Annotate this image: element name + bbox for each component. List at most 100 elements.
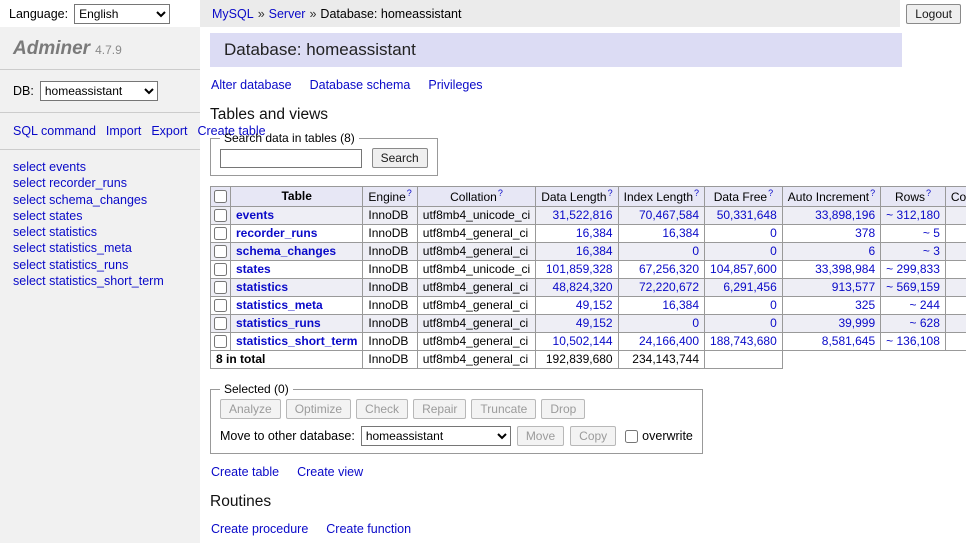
data-length-link[interactable]: 16,384 (576, 244, 613, 258)
data-free-link[interactable]: 50,331,648 (717, 208, 777, 222)
index-length-link[interactable]: 16,384 (662, 298, 699, 312)
language-select[interactable]: English (74, 4, 170, 24)
table-name-link[interactable]: statistics (236, 280, 288, 294)
auto-increment-link[interactable]: 8,581,645 (822, 334, 875, 348)
index-length-link[interactable]: 0 (692, 244, 699, 258)
check-button[interactable]: Check (356, 399, 408, 419)
rows-link[interactable]: ~ 569,159 (886, 280, 940, 294)
auto-increment-link[interactable]: 325 (855, 298, 875, 312)
sidebar-select-statistics[interactable]: select statistics (13, 224, 187, 240)
drop-button[interactable]: Drop (541, 399, 585, 419)
index-length-link[interactable]: 24,166,400 (639, 334, 699, 348)
rows-link[interactable]: ~ 312,180 (886, 208, 940, 222)
row-checkbox[interactable] (214, 317, 227, 330)
row-checkbox[interactable] (214, 209, 227, 222)
data-free-link[interactable]: 0 (770, 316, 777, 330)
adminer-logo[interactable]: Adminer (13, 38, 90, 59)
table-name-link[interactable]: schema_changes (236, 244, 336, 258)
data-free-link[interactable]: 104,857,600 (710, 262, 777, 276)
rows-link[interactable]: ~ 244 (910, 298, 940, 312)
action-database-schema[interactable]: Database schema (310, 78, 411, 92)
auto-increment-link[interactable]: 39,999 (838, 316, 875, 330)
auto-increment-link[interactable]: 33,898,196 (815, 208, 875, 222)
select-all-checkbox[interactable] (214, 190, 227, 203)
data-length-link[interactable]: 101,859,328 (546, 262, 613, 276)
sidebar-select-states[interactable]: select states (13, 208, 187, 224)
data-length-link[interactable]: 49,152 (576, 316, 613, 330)
action-alter-database[interactable]: Alter database (211, 78, 292, 92)
action-privileges[interactable]: Privileges (428, 78, 482, 92)
truncate-button[interactable]: Truncate (471, 399, 536, 419)
row-checkbox[interactable] (214, 299, 227, 312)
data-length-link[interactable]: 48,824,320 (553, 280, 613, 294)
help-link[interactable]: ? (870, 188, 875, 198)
data-free-link[interactable]: 0 (770, 226, 777, 240)
table-name-link[interactable]: statistics_short_term (236, 334, 357, 348)
table-name-link[interactable]: statistics_meta (236, 298, 323, 312)
optimize-button[interactable]: Optimize (286, 399, 351, 419)
data-length-link[interactable]: 10,502,144 (553, 334, 613, 348)
rows-link[interactable]: ~ 136,108 (886, 334, 940, 348)
auto-increment-link[interactable]: 6 (868, 244, 875, 258)
sidebar-link-export[interactable]: Export (151, 124, 187, 138)
auto-increment-link[interactable]: 378 (855, 226, 875, 240)
help-link[interactable]: ? (608, 188, 613, 198)
row-checkbox[interactable] (214, 245, 227, 258)
link-create-table[interactable]: Create table (211, 465, 279, 479)
analyze-button[interactable]: Analyze (220, 399, 281, 419)
data-free-link[interactable]: 6,291,456 (723, 280, 776, 294)
link-create-function[interactable]: Create function (326, 522, 411, 536)
data-free-link[interactable]: 0 (770, 244, 777, 258)
overwrite-checkbox[interactable] (625, 430, 638, 443)
sidebar-select-statistics-short-term[interactable]: select statistics_short_term (13, 273, 187, 289)
search-button[interactable]: Search (372, 148, 428, 168)
data-free-link[interactable]: 0 (770, 298, 777, 312)
data-length-link[interactable]: 49,152 (576, 298, 613, 312)
table-name-link[interactable]: states (236, 262, 271, 276)
row-checkbox[interactable] (214, 281, 227, 294)
row-checkbox[interactable] (214, 335, 227, 348)
breadcrumb-server[interactable]: Server (269, 7, 306, 21)
breadcrumb-mysql[interactable]: MySQL (212, 7, 254, 21)
repair-button[interactable]: Repair (413, 399, 466, 419)
help-link[interactable]: ? (407, 188, 412, 198)
index-length-link[interactable]: 16,384 (662, 226, 699, 240)
index-length-link[interactable]: 72,220,672 (639, 280, 699, 294)
link-create-view[interactable]: Create view (297, 465, 363, 479)
logout-button[interactable]: Logout (906, 4, 961, 24)
index-length-link[interactable]: 0 (692, 316, 699, 330)
table-name-link[interactable]: events (236, 208, 274, 222)
move-db-select[interactable]: homeassistant (361, 426, 511, 446)
data-free-link[interactable]: 188,743,680 (710, 334, 777, 348)
help-link[interactable]: ? (694, 188, 699, 198)
sidebar-select-schema-changes[interactable]: select schema_changes (13, 192, 187, 208)
db-select[interactable]: homeassistant (40, 81, 158, 101)
sidebar-select-statistics-meta[interactable]: select statistics_meta (13, 240, 187, 256)
sidebar-link-import[interactable]: Import (106, 124, 141, 138)
rows-link[interactable]: ~ 5 (923, 226, 940, 240)
help-link[interactable]: ? (926, 188, 931, 198)
move-button[interactable]: Move (517, 426, 564, 446)
copy-button[interactable]: Copy (570, 426, 616, 446)
row-checkbox[interactable] (214, 263, 227, 276)
index-length-link[interactable]: 70,467,584 (639, 208, 699, 222)
sidebar-select-statistics-runs[interactable]: select statistics_runs (13, 257, 187, 273)
table-name-link[interactable]: recorder_runs (236, 226, 317, 240)
auto-increment-link[interactable]: 33,398,984 (815, 262, 875, 276)
data-length-link[interactable]: 31,522,816 (553, 208, 613, 222)
rows-link[interactable]: ~ 3 (923, 244, 940, 258)
sidebar-select-events[interactable]: select events (13, 159, 187, 175)
index-length-link[interactable]: 67,256,320 (639, 262, 699, 276)
auto-increment-link[interactable]: 913,577 (832, 280, 875, 294)
link-create-procedure[interactable]: Create procedure (211, 522, 308, 536)
sidebar-link-sql-command[interactable]: SQL command (13, 124, 96, 138)
rows-link[interactable]: ~ 299,833 (886, 262, 940, 276)
search-input[interactable] (220, 149, 362, 168)
help-link[interactable]: ? (498, 188, 503, 198)
data-length-link[interactable]: 16,384 (576, 226, 613, 240)
row-checkbox[interactable] (214, 227, 227, 240)
table-name-link[interactable]: statistics_runs (236, 316, 321, 330)
rows-link[interactable]: ~ 628 (910, 316, 940, 330)
sidebar-select-recorder-runs[interactable]: select recorder_runs (13, 175, 187, 191)
help-link[interactable]: ? (768, 188, 773, 198)
